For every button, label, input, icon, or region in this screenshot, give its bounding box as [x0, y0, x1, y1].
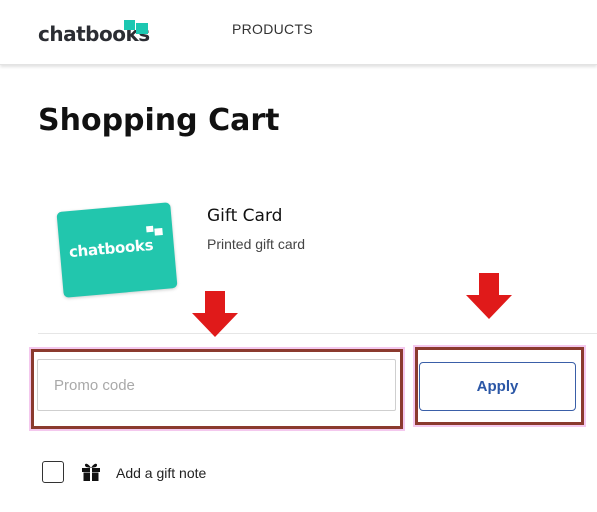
nav-products-link[interactable]: PRODUCTS [232, 21, 313, 37]
site-header: chatbooks PRODUCTS [0, 0, 597, 65]
gift-note-checkbox[interactable] [42, 461, 64, 483]
gift-icon [82, 463, 100, 481]
product-name: Gift Card [207, 206, 283, 226]
page-title: Shopping Cart [38, 103, 280, 138]
product-description: Printed gift card [207, 236, 306, 252]
divider [38, 333, 597, 334]
annotation-arrow-down-icon [466, 273, 512, 321]
annotation-highlight-promo [31, 349, 403, 429]
gift-note-label[interactable]: Add a gift note [116, 465, 206, 481]
gift-card-image: chatbooks [56, 202, 178, 298]
annotation-arrow-down-icon [192, 291, 238, 339]
card-logo-mark-icon [146, 225, 163, 238]
annotation-highlight-apply [415, 347, 584, 425]
logo-mark-icon [124, 18, 150, 34]
card-logo-text: chatbooks [68, 235, 154, 262]
